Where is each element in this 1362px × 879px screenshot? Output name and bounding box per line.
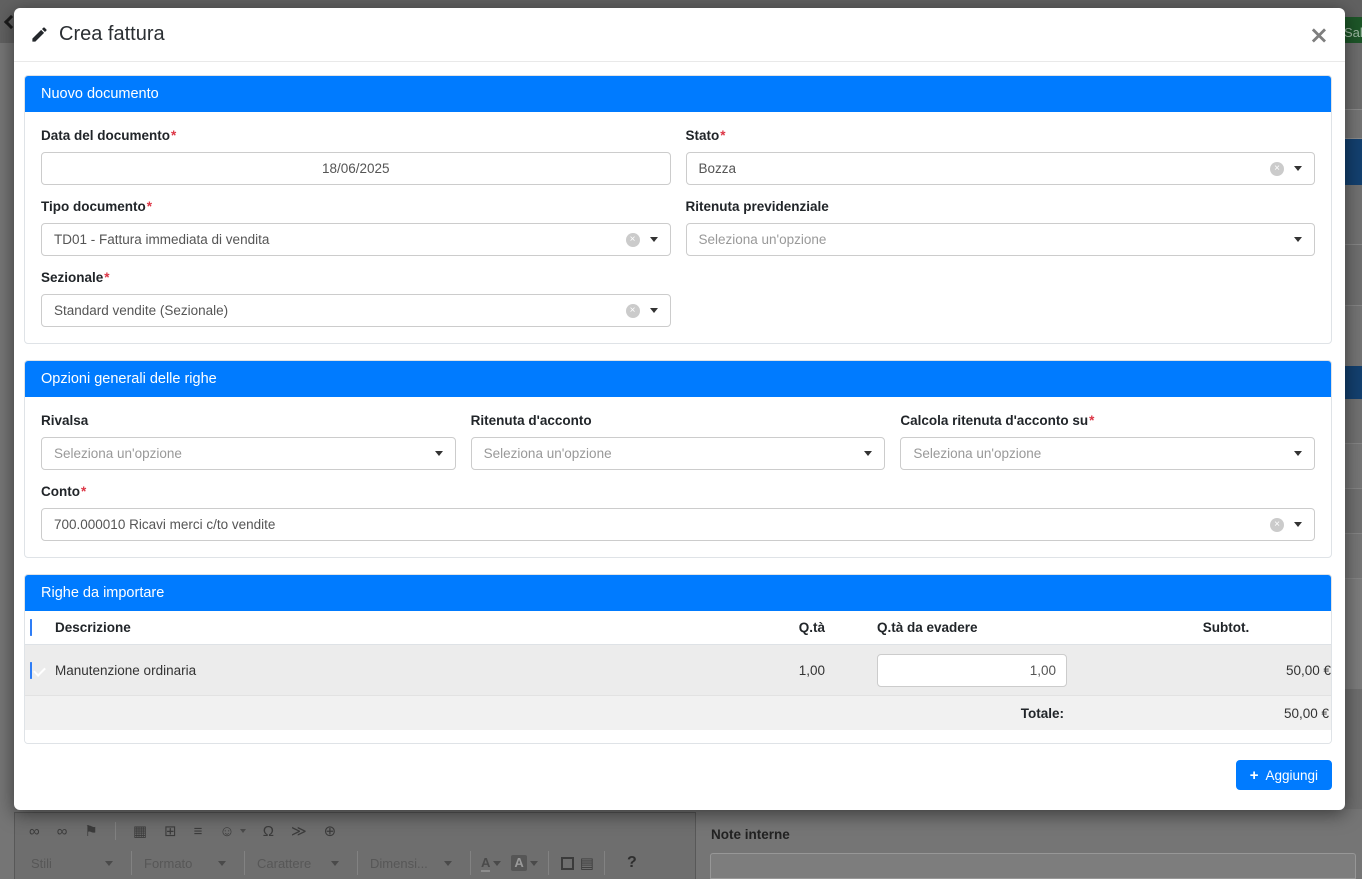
field-ritenuta-previdenziale: Ritenuta previdenziale Seleziona un'opzi…	[686, 199, 1316, 256]
unlink-icon[interactable]: ∞	[57, 823, 68, 840]
add-row-button[interactable]: + Aggiungi	[1236, 760, 1332, 790]
note-interne-label: Note interne	[711, 827, 790, 842]
row-options-card: Opzioni generali delle righe Rivalsa Sel…	[24, 360, 1332, 558]
row-checkbox[interactable]	[30, 662, 32, 679]
font-dropdown[interactable]: Carattere	[255, 856, 347, 871]
maximize-icon[interactable]	[561, 857, 574, 870]
data-documento-input[interactable]	[54, 153, 658, 184]
show-blocks-icon[interactable]: ▤	[580, 854, 594, 872]
field-rivalsa: Rivalsa Seleziona un'opzione	[41, 413, 456, 470]
close-icon[interactable]: ×	[1309, 25, 1329, 45]
select-all-checkbox[interactable]	[30, 619, 32, 636]
clear-icon[interactable]: ×	[626, 233, 640, 247]
chevron-down-icon	[864, 451, 872, 456]
clear-icon[interactable]: ×	[1270, 518, 1284, 532]
background-right-strip	[1345, 43, 1362, 879]
smiley-icon[interactable]: ☺	[219, 823, 234, 840]
chevron-down-icon	[1294, 522, 1302, 527]
pencil-icon	[30, 25, 49, 44]
styles-dropdown[interactable]: Stili	[29, 856, 121, 871]
field-calcola-ritenuta: Calcola ritenuta d'acconto su* Seleziona…	[900, 413, 1315, 470]
data-documento-input-wrap	[41, 152, 671, 185]
col-qta-da-evadere: Q.tà da evadere	[871, 620, 1121, 635]
ritenuta-acconto-label: Ritenuta d'acconto	[471, 413, 886, 428]
clear-icon[interactable]: ×	[1270, 162, 1284, 176]
help-icon[interactable]: ?	[627, 854, 637, 872]
chevron-down-icon	[650, 237, 658, 242]
modal-header: Crea fattura ×	[14, 8, 1345, 62]
rows-import-card: Righe da importare Descrizione Q.tà Q.tà…	[24, 574, 1332, 744]
ritenuta-previdenziale-select[interactable]: Seleziona un'opzione	[686, 223, 1316, 256]
row-subtotal: 50,00 €	[1121, 663, 1331, 678]
tipo-documento-select[interactable]: TD01 - Fattura immediata di vendita ×	[41, 223, 671, 256]
editor-toolbar: ∞ ∞ ⚑ ▦ ⊞ ≡ ☺ Ω ≫ ⊕ Stili Formato	[14, 812, 696, 879]
col-descrizione: Descrizione	[55, 620, 741, 635]
rivalsa-label: Rivalsa	[41, 413, 456, 428]
special-char-icon[interactable]: Ω	[263, 823, 274, 840]
calcola-ritenuta-label: Calcola ritenuta d'acconto su*	[900, 413, 1315, 428]
chevron-down-icon	[1294, 451, 1302, 456]
row-description: Manutenzione ordinaria	[55, 663, 741, 678]
total-label: Totale:	[25, 706, 1119, 721]
new-document-header: Nuovo documento	[25, 76, 1331, 112]
hr-icon[interactable]: ≡	[194, 823, 203, 840]
stato-select[interactable]: Bozza ×	[686, 152, 1316, 185]
calcola-ritenuta-select[interactable]: Seleziona un'opzione	[900, 437, 1315, 470]
sezionale-label: Sezionale*	[41, 270, 671, 285]
note-interne-textarea[interactable]	[710, 853, 1356, 879]
image-icon[interactable]: ▦	[133, 822, 147, 840]
stato-label: Stato*	[686, 128, 1316, 143]
ritenuta-previdenziale-label: Ritenuta previdenziale	[686, 199, 1316, 214]
format-dropdown[interactable]: Formato	[142, 856, 234, 871]
tipo-documento-label: Tipo documento*	[41, 199, 671, 214]
new-document-card: Nuovo documento Data del documento*	[24, 75, 1332, 344]
field-sezionale: Sezionale* Standard vendite (Sezionale) …	[41, 270, 671, 327]
bg-color-icon[interactable]: A	[511, 855, 526, 871]
chevron-down-icon	[1294, 166, 1302, 171]
anchor-icon[interactable]: ⚑	[84, 822, 97, 840]
col-subtot: Subtot.	[1121, 620, 1331, 635]
rivalsa-select[interactable]: Seleziona un'opzione	[41, 437, 456, 470]
data-documento-label: Data del documento*	[41, 128, 671, 143]
field-ritenuta-acconto: Ritenuta d'acconto Seleziona un'opzione	[471, 413, 886, 470]
row-qty: 1,00	[741, 663, 871, 678]
modal-body: Nuovo documento Data del documento*	[14, 62, 1345, 790]
iframe-icon[interactable]: ⊕	[324, 822, 337, 840]
qty-to-fulfill-input[interactable]	[877, 654, 1067, 687]
table-row: Manutenzione ordinaria 1,00 50,00 €	[25, 645, 1331, 696]
field-stato: Stato* Bozza ×	[686, 128, 1316, 185]
chevron-down-icon	[650, 308, 658, 313]
link-icon[interactable]: ∞	[29, 823, 40, 840]
size-dropdown[interactable]: Dimensi...	[368, 856, 460, 871]
table-header-row: Descrizione Q.tà Q.tà da evadere Subtot.	[25, 611, 1331, 645]
chevron-down-icon	[1294, 237, 1302, 242]
ritenuta-acconto-select[interactable]: Seleziona un'opzione	[471, 437, 886, 470]
plus-icon: +	[1250, 768, 1259, 783]
col-qta: Q.tà	[741, 620, 871, 635]
crea-fattura-modal: Crea fattura × Nuovo documento Data del …	[14, 8, 1345, 810]
field-tipo-documento: Tipo documento* TD01 - Fattura immediata…	[41, 199, 671, 256]
rows-import-header: Righe da importare	[25, 575, 1331, 611]
chevron-down-icon	[435, 451, 443, 456]
page-break-icon[interactable]: ≫	[291, 822, 307, 840]
sezionale-select[interactable]: Standard vendite (Sezionale) ×	[41, 294, 671, 327]
screen: Salva ∞ ∞ ⚑ ▦ ⊞ ≡ ☺ Ω ≫ ⊕	[0, 0, 1362, 879]
modal-title: Crea fattura	[59, 23, 165, 46]
text-color-icon[interactable]: A	[481, 855, 490, 872]
total-value: 50,00 €	[1119, 706, 1329, 721]
table-total-row: Totale: 50,00 €	[25, 696, 1331, 730]
row-options-header: Opzioni generali delle righe	[25, 361, 1331, 397]
conto-label: Conto*	[41, 484, 1315, 499]
clear-icon[interactable]: ×	[626, 304, 640, 318]
table-icon[interactable]: ⊞	[164, 822, 177, 840]
conto-select[interactable]: 700.000010 Ricavi merci c/to vendite ×	[41, 508, 1315, 541]
field-conto: Conto* 700.000010 Ricavi merci c/to vend…	[41, 484, 1315, 541]
field-data-documento: Data del documento*	[41, 128, 671, 185]
